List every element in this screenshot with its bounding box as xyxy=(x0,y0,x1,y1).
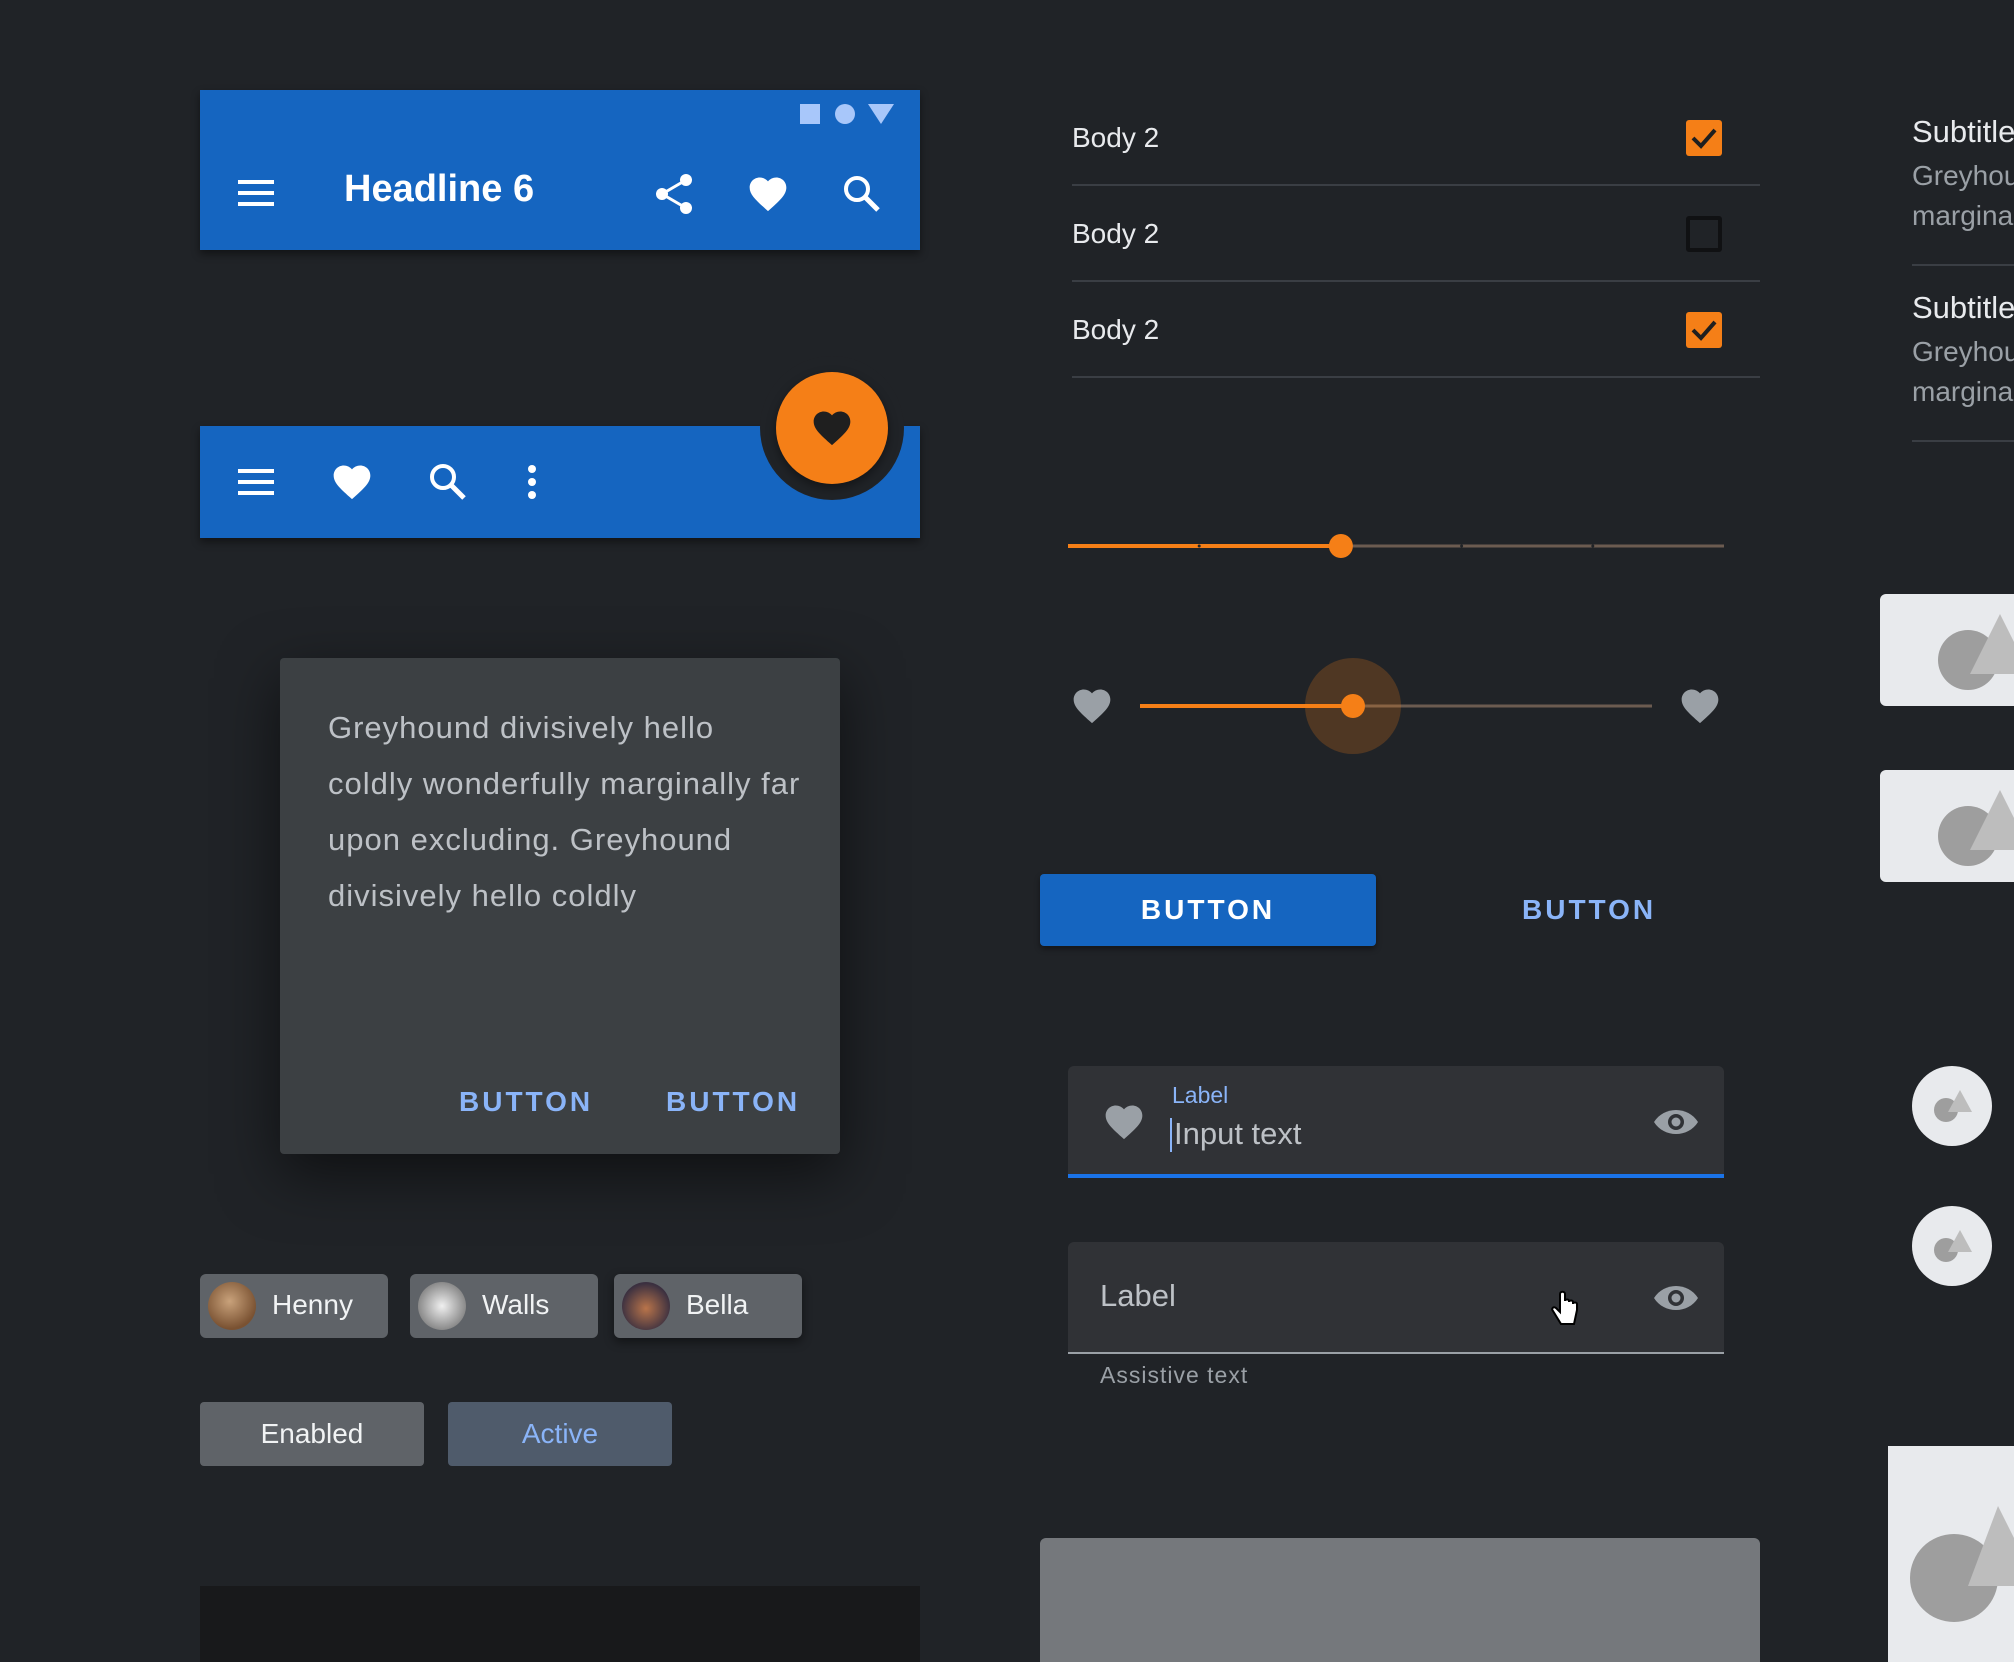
text-cursor xyxy=(1170,1118,1172,1152)
list-item-label: Body 2 xyxy=(1072,314,1160,345)
field-label: Label xyxy=(1100,1278,1176,1313)
divider xyxy=(1072,376,1760,378)
slider-thumb xyxy=(1340,694,1365,718)
image-placeholder xyxy=(1888,1446,2014,1662)
status-bar xyxy=(796,102,906,126)
checkbox-unchecked[interactable] xyxy=(1686,216,1722,252)
continuous-slider[interactable] xyxy=(1140,656,1652,756)
circle-icon xyxy=(835,104,855,124)
dialog-body: Greyhound divisively hello coldly wonder… xyxy=(328,710,801,913)
contained-button[interactable]: BUTTON xyxy=(1040,874,1376,946)
slider-tick xyxy=(1460,544,1464,548)
menu-icon[interactable] xyxy=(236,467,276,497)
checkbox-checked[interactable] xyxy=(1686,120,1722,156)
chip-enabled[interactable]: Enabled xyxy=(200,1402,424,1466)
chip-walls[interactable]: Walls xyxy=(410,1274,598,1338)
text-field-empty[interactable]: Label xyxy=(1068,1242,1724,1354)
slider-thumb xyxy=(1328,534,1353,558)
heart-icon xyxy=(1678,684,1722,728)
divider xyxy=(1072,184,1760,186)
avatar-placeholder xyxy=(1912,1066,1992,1146)
eye-icon[interactable] xyxy=(1652,1280,1700,1316)
eye-icon[interactable] xyxy=(1652,1104,1700,1140)
heart-icon xyxy=(1070,684,1114,728)
check-icon xyxy=(1691,128,1717,149)
divider xyxy=(1072,280,1760,282)
bottom-surface xyxy=(1040,1538,1760,1662)
list-item-label: Body 2 xyxy=(1072,122,1160,153)
divider xyxy=(1912,440,2014,442)
list-item-line: Greyhou xyxy=(1912,160,2014,191)
avatar xyxy=(208,1282,256,1330)
field-label: Label xyxy=(1172,1082,1229,1108)
list-item-line: Greyhou xyxy=(1912,336,2014,367)
list-item-title: Subtitle xyxy=(1912,114,2014,149)
chip-label: Henny xyxy=(272,1289,353,1320)
shapes-icon xyxy=(1938,614,2014,690)
share-icon[interactable] xyxy=(652,172,696,216)
chip-label: Walls xyxy=(482,1289,550,1320)
heart-icon xyxy=(810,406,854,450)
shapes-icon xyxy=(1910,1506,2014,1622)
list-item-line: margina xyxy=(1912,200,2014,231)
dialog-button-1[interactable]: BUTTON xyxy=(459,1086,593,1118)
menu-icon[interactable] xyxy=(236,178,276,208)
dialog: Greyhound divisively hello coldly wonder… xyxy=(280,658,840,1154)
search-icon[interactable] xyxy=(428,462,468,502)
app-bar-title: Headline 6 xyxy=(344,168,535,210)
check-icon xyxy=(1691,320,1717,341)
field-value: Input text xyxy=(1174,1116,1302,1151)
shapes-icon xyxy=(1934,1230,1972,1262)
chip-label: Bella xyxy=(686,1289,749,1320)
avatar xyxy=(418,1282,466,1330)
square-icon xyxy=(800,104,820,124)
checkbox-checked[interactable] xyxy=(1686,312,1722,348)
search-icon[interactable] xyxy=(842,174,882,214)
slider-tick xyxy=(1591,544,1595,548)
more-vert-icon[interactable] xyxy=(524,464,540,500)
button-label: BUTTON xyxy=(1140,894,1276,925)
chip-label: Active xyxy=(521,1418,599,1449)
avatar xyxy=(622,1282,670,1330)
fab-button[interactable] xyxy=(776,372,888,484)
triangle-icon xyxy=(868,104,894,124)
chip-bella[interactable]: Bella xyxy=(614,1274,802,1338)
shapes-icon xyxy=(1934,1090,1972,1122)
top-app-bar: Headline 6 xyxy=(200,90,920,250)
list-item-title: Subtitle xyxy=(1912,290,2014,325)
discrete-slider[interactable] xyxy=(1068,530,1724,562)
shapes-icon xyxy=(1938,790,2014,866)
bottom-dark-surface xyxy=(200,1586,920,1662)
text-field-filled[interactable]: Label Input text xyxy=(1068,1066,1724,1178)
list-item-label: Body 2 xyxy=(1072,218,1160,249)
image-placeholder xyxy=(1880,770,2014,882)
status-icons xyxy=(800,104,894,124)
heart-icon[interactable] xyxy=(330,460,374,504)
chip-active[interactable]: Active xyxy=(448,1402,672,1466)
chip-label: Enabled xyxy=(260,1418,364,1449)
image-placeholder xyxy=(1880,594,2014,706)
assistive-text: Assistive text xyxy=(1100,1362,1249,1388)
list-item-line: margina xyxy=(1912,376,2014,407)
avatar-placeholder xyxy=(1912,1206,1992,1286)
heart-icon[interactable] xyxy=(746,172,790,216)
hand-cursor-icon xyxy=(1550,1290,1580,1330)
slider-tick xyxy=(1197,544,1201,548)
dialog-button-2[interactable]: BUTTON xyxy=(666,1086,800,1118)
heart-icon xyxy=(1102,1100,1146,1144)
divider xyxy=(1912,264,2014,266)
chip-henny[interactable]: Henny xyxy=(200,1274,388,1338)
text-button[interactable]: BUTTON xyxy=(1522,894,1656,926)
